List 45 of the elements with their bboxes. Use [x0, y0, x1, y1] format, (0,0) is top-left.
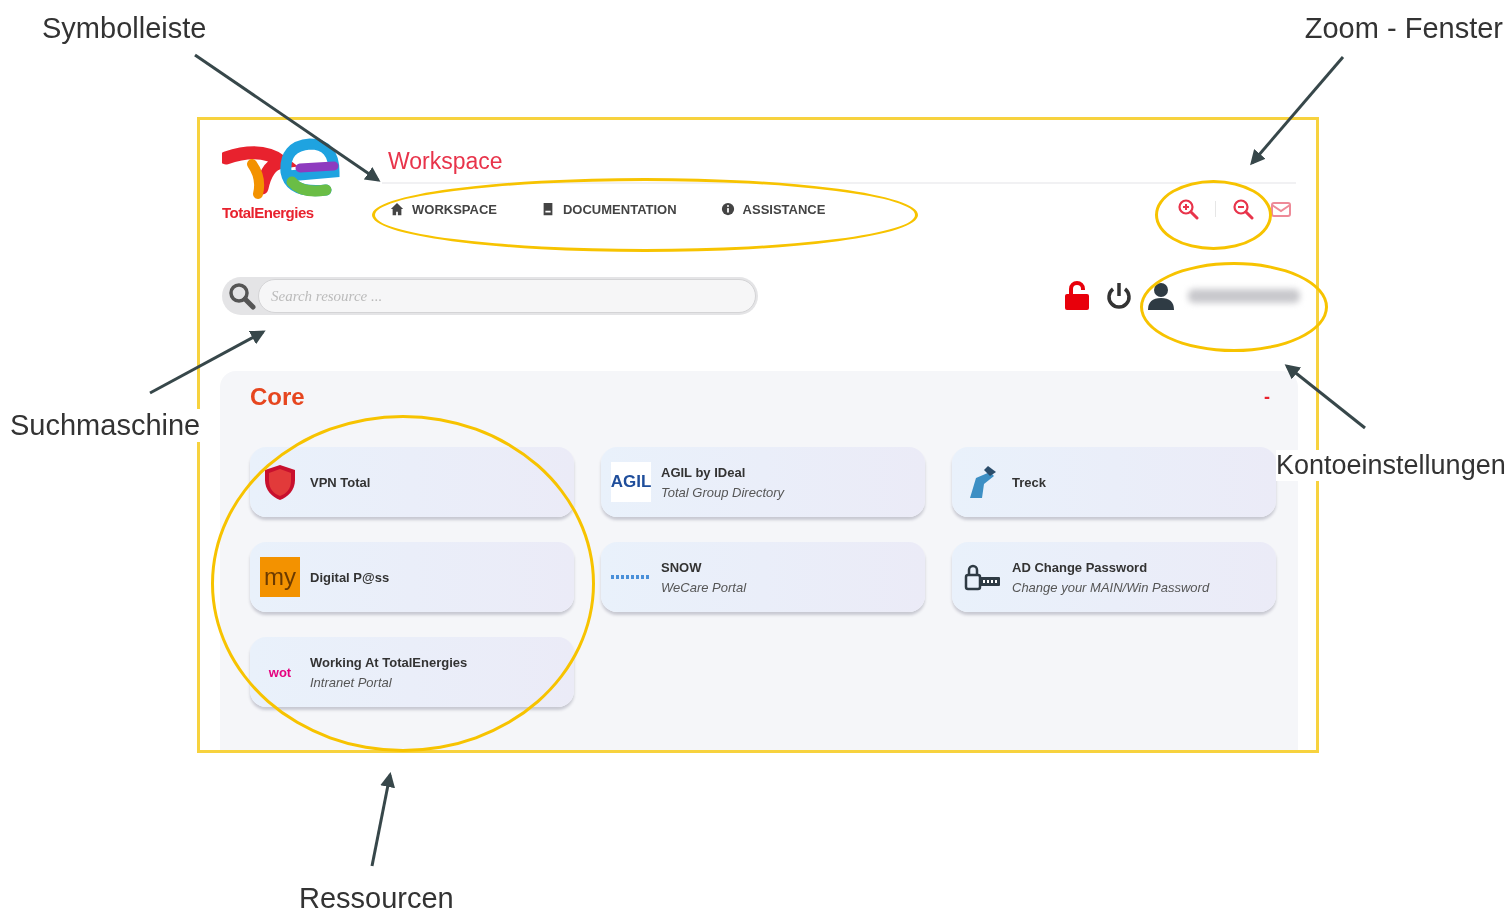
unlock-button[interactable]: [1062, 280, 1092, 312]
section-title: Core: [250, 383, 305, 411]
nav-link[interactable]: DOCUMENTATION: [541, 201, 677, 217]
resource-title: VPN Total: [310, 474, 371, 490]
callout-label: Suchmaschine: [10, 409, 201, 442]
resource-tile[interactable]: my Digital P@ss: [250, 542, 574, 612]
resource-title: AGIL by IDeal: [661, 464, 747, 480]
home-icon: [390, 202, 404, 216]
collapse-toggle[interactable]: -: [1264, 386, 1270, 408]
zoom-out-icon: [1232, 198, 1254, 220]
logo-text: AGIL: [611, 462, 651, 502]
resource-tile[interactable]: SNOW WeCare Portal: [601, 542, 925, 612]
nav-link[interactable]: ASSISTANCE: [720, 201, 826, 217]
resource-tile[interactable]: AD Change Password Change your MAIN/Win Password: [952, 542, 1276, 612]
logout-button[interactable]: [1104, 280, 1134, 312]
book-icon: [541, 202, 555, 216]
resource-tile[interactable]: wot Working At TotalEnergies Intranet Portal: [250, 637, 574, 707]
resource-subtitle: WeCare Portal: [661, 579, 746, 595]
info-icon: [720, 202, 735, 216]
logo-text: my: [260, 557, 300, 597]
zoom-in-icon: [1177, 198, 1199, 220]
resource-title: Working At TotalEnergies: [310, 654, 468, 670]
zoom-in-button[interactable]: [1177, 198, 1199, 220]
resource-tile[interactable]: VPN Total: [250, 447, 574, 517]
user-icon: [1146, 280, 1176, 312]
resource-subtitle: Total Group Directory: [661, 484, 785, 500]
resource-subtitle: Intranet Portal: [310, 674, 393, 690]
logo-text: wot: [267, 663, 293, 682]
power-icon: [1104, 280, 1134, 312]
resource-title: SNOW: [661, 559, 703, 575]
unlocked-padlock-icon: [1062, 280, 1092, 312]
resource-subtitle: Change your MAIN/Win Password: [1012, 579, 1210, 595]
resource-tile[interactable]: Treck: [952, 447, 1276, 517]
resource-title: Digital P@ss: [310, 569, 390, 585]
resource-title: AD Change Password: [1012, 559, 1149, 575]
search-icon: [226, 280, 258, 312]
nav-link[interactable]: WORKSPACE: [390, 201, 497, 217]
account-button[interactable]: [1146, 280, 1176, 312]
resource-title: Treck: [1012, 474, 1046, 490]
zoom-out-button[interactable]: [1232, 198, 1254, 220]
logo-icon: [222, 138, 342, 200]
search-field[interactable]: Search resource ...: [222, 277, 758, 315]
page-title: Workspace: [388, 148, 504, 176]
callout-label: Kontoeinstellungen: [1276, 450, 1506, 481]
brand-name: TotalEnergies: [222, 204, 314, 221]
